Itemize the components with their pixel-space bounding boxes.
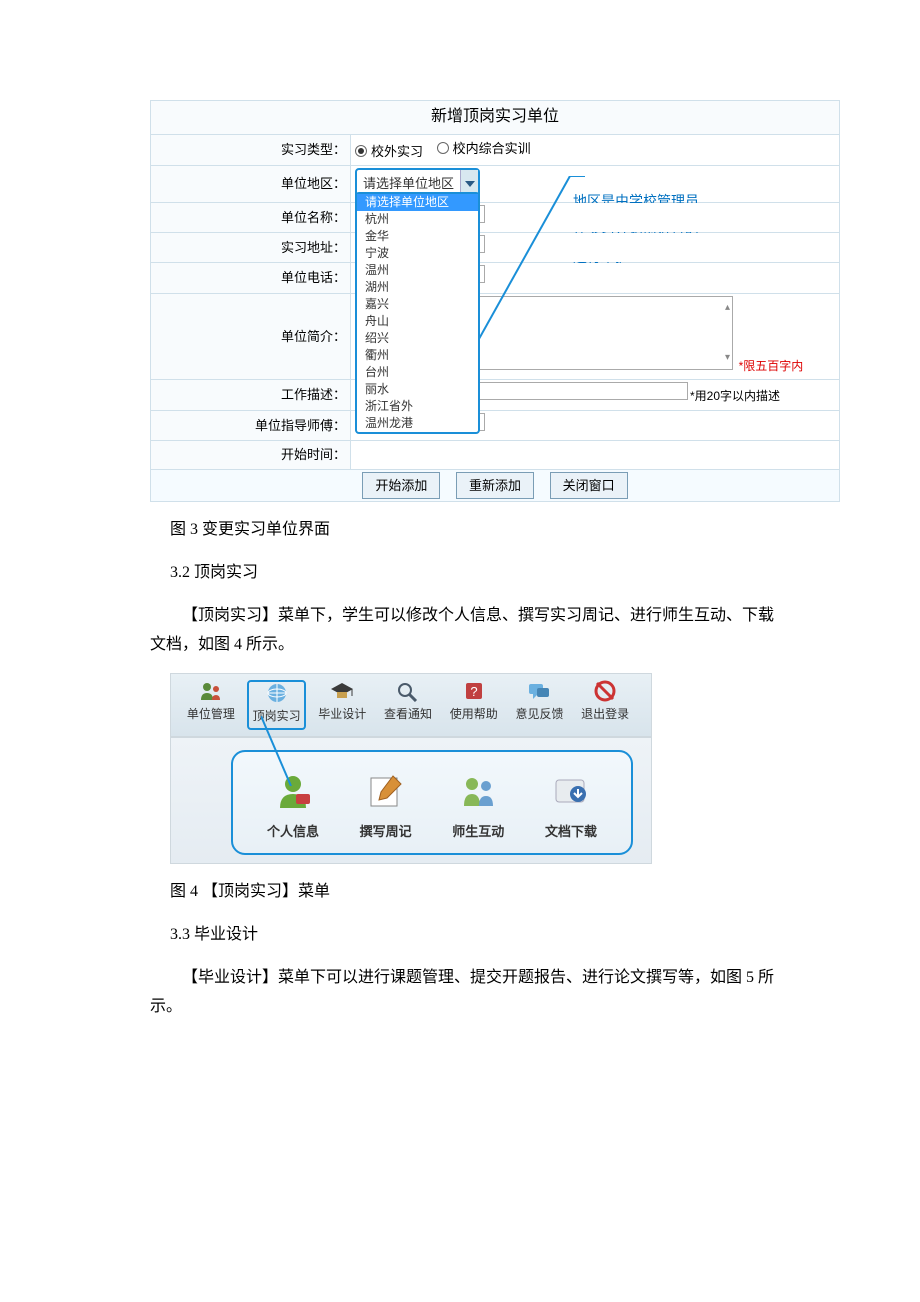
form-figure: 新增顶岗实习单位 实习类型： 校外实习 校内综合实训 单位地区： 请选择单位地区 [150, 100, 780, 502]
toolbar-intern[interactable]: 顶岗实习 [247, 680, 307, 730]
radio-dot-icon [355, 145, 367, 157]
region-option[interactable]: 台州 [357, 364, 478, 381]
form-title: 新增顶岗实习单位 [151, 101, 840, 135]
close-button[interactable]: 关闭窗口 [550, 472, 628, 499]
grad-icon [329, 680, 355, 702]
toolbar-help[interactable]: ?使用帮助 [444, 680, 504, 730]
toolbar-notice[interactable]: 查看通知 [378, 680, 438, 730]
para-3-2: 【顶岗实习】菜单下，学生可以修改个人信息、撰写实习周记、进行师生互动、下载文档，… [150, 602, 780, 660]
figure4-caption: 图 4 【顶岗实习】菜单 [170, 878, 780, 907]
region-option[interactable]: 湖州 [357, 279, 478, 296]
radio-in[interactable]: 校内综合实训 [437, 137, 531, 160]
panel-download[interactable]: 文档下载 [529, 772, 613, 843]
readd-button[interactable]: 重新添加 [456, 472, 534, 499]
weekly-icon [365, 772, 407, 810]
label-phone: 单位电话： [151, 263, 351, 293]
para-3-3: 【毕业设计】菜单下可以进行课题管理、提交开题报告、进行论文撰写等，如图 5 所示… [150, 964, 780, 1022]
submenu-screenshot: 个人信息撰写周记师生互动文档下载 [170, 737, 652, 864]
toolbar-feedback[interactable]: 意见反馈 [510, 680, 570, 730]
region-option[interactable]: 衢州 [357, 347, 478, 364]
internship-form: 新增顶岗实习单位 实习类型： 校外实习 校内综合实训 单位地区： 请选择单位地区 [150, 100, 840, 502]
label-intro: 单位简介： [151, 293, 351, 380]
scroll-down-icon: ▾ [725, 349, 730, 367]
label-mentor: 单位指导师傅： [151, 410, 351, 440]
region-option[interactable]: 浙江省外 [357, 398, 478, 415]
label-region: 单位地区： [151, 166, 351, 202]
label-type: 实习类型： [151, 134, 351, 165]
region-option[interactable]: 温州 [357, 262, 478, 279]
panel-interact[interactable]: 师生互动 [436, 772, 520, 843]
label-starttime: 开始时间： [151, 441, 351, 469]
region-option[interactable]: 丽水 [357, 381, 478, 398]
region-option[interactable]: 金华 [357, 228, 478, 245]
region-option[interactable]: 请选择单位地区 [357, 194, 478, 211]
region-option[interactable]: 杭州 [357, 211, 478, 228]
region-option[interactable]: 绍兴 [357, 330, 478, 347]
notice-icon [395, 680, 421, 702]
figure3-caption: 图 3 变更实习单位界面 [170, 516, 780, 545]
label-name: 单位名称： [151, 202, 351, 232]
region-option[interactable]: 舟山 [357, 313, 478, 330]
section-3-2: 3.2 顶岗实习 [170, 559, 780, 588]
svg-text:?: ? [470, 684, 477, 699]
unit-icon [198, 680, 224, 702]
toolbar-logout[interactable]: 退出登录 [575, 680, 635, 730]
intro-hint: 限五百字内 [743, 359, 803, 373]
region-option[interactable]: 嘉兴 [357, 296, 478, 313]
workdesc-hint: *用20字以内描述 [690, 389, 780, 403]
toolbar-screenshot: 单位管理顶岗实习毕业设计查看通知?使用帮助意见反馈退出登录 [170, 673, 652, 737]
radio-dot-icon [437, 142, 449, 154]
intern-icon [264, 682, 290, 704]
panel-weekly[interactable]: 撰写周记 [344, 772, 428, 843]
profile-icon [272, 772, 314, 810]
region-dropdown[interactable]: 请选择单位地区杭州金华宁波温州湖州嘉兴舟山绍兴衢州台州丽水浙江省外温州龙港 [355, 192, 480, 434]
radio-out[interactable]: 校外实习 [355, 140, 423, 163]
region-option[interactable]: 温州龙港 [357, 415, 478, 432]
download-icon [550, 772, 592, 810]
help-icon: ? [461, 680, 487, 702]
label-workdesc: 工作描述： [151, 380, 351, 411]
region-select[interactable]: 请选择单位地区 请选择单位地区杭州金华宁波温州湖州嘉兴舟山绍兴衢州台州丽水浙江省… [355, 168, 480, 199]
add-button[interactable]: 开始添加 [362, 472, 440, 499]
logout-icon [592, 680, 618, 702]
feedback-icon [526, 680, 552, 702]
interact-icon [457, 772, 499, 810]
panel-profile[interactable]: 个人信息 [251, 772, 335, 843]
region-option[interactable]: 宁波 [357, 245, 478, 262]
scroll-up-icon: ▴ [725, 299, 730, 317]
toolbar-grad[interactable]: 毕业设计 [312, 680, 372, 730]
section-3-3: 3.3 毕业设计 [170, 921, 780, 950]
toolbar-unit[interactable]: 单位管理 [181, 680, 241, 730]
label-address: 实习地址： [151, 232, 351, 262]
